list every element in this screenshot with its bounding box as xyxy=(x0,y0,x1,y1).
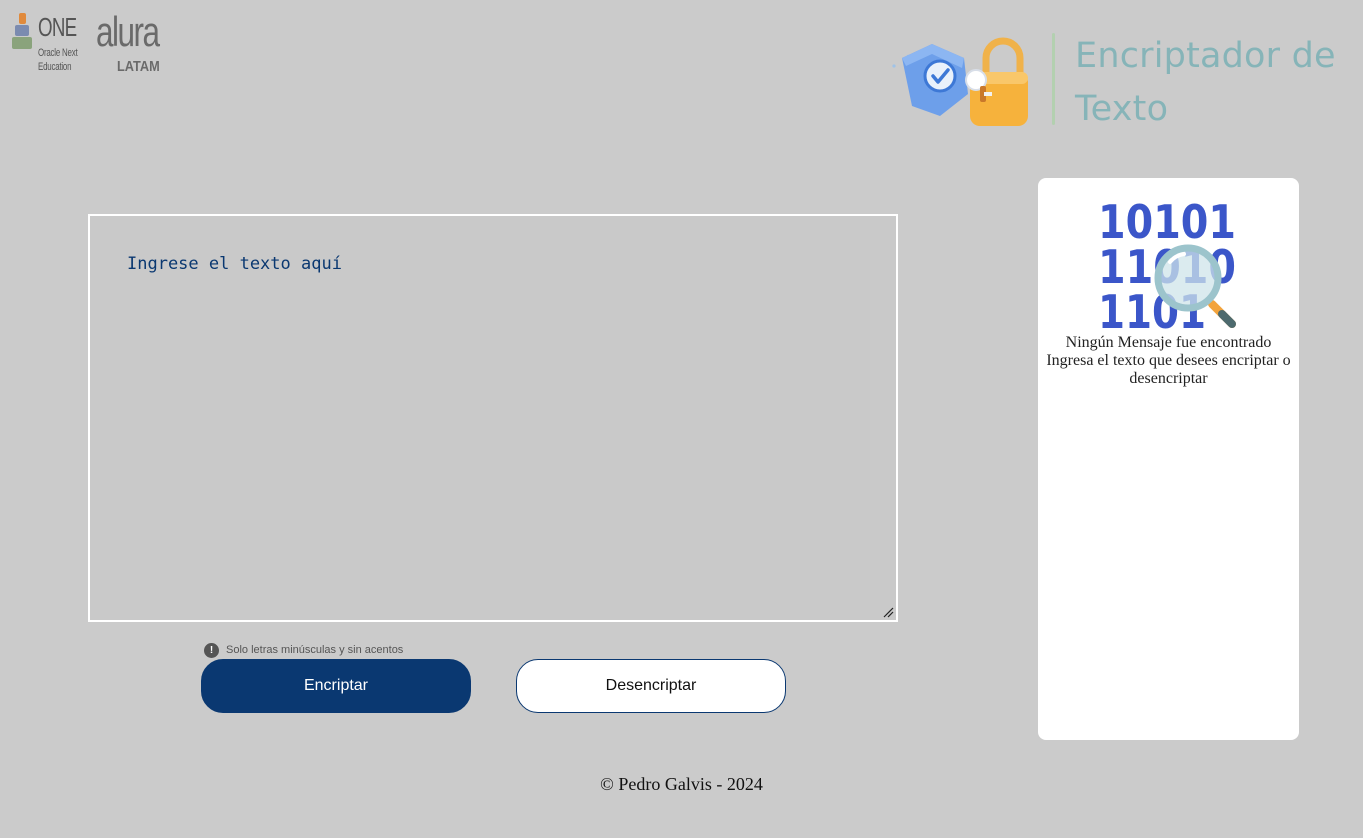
decrypt-button-label: Desencriptar xyxy=(605,677,697,694)
one-logo: ONE Oracle Next Education xyxy=(12,12,82,76)
hint-text: Solo letras minúsculas y sin acentos xyxy=(226,644,404,656)
shield-padlock-icon xyxy=(892,37,1028,126)
footer: © Pedro Galvis - 2024 xyxy=(600,774,763,794)
one-logo-subtitle-line1: Oracle Next xyxy=(38,47,78,59)
alura-logo-word: alura xyxy=(96,8,160,55)
title-divider xyxy=(1052,33,1055,125)
info-icon: ! xyxy=(204,642,219,658)
output-subtitle: Ingresa el texto que desees encriptar o … xyxy=(1046,352,1291,387)
one-logo-word: ONE xyxy=(38,12,77,42)
one-logo-subtitle-line2: Education xyxy=(38,61,72,73)
alura-logo: alura LATAM xyxy=(96,8,166,78)
one-logo-mark-icon xyxy=(12,12,34,52)
alura-logo-sub: LATAM xyxy=(117,58,160,75)
decrypt-button[interactable]: Desencriptar xyxy=(516,659,786,713)
output-message: Ningún Mensaje fue encontrado Ingresa el… xyxy=(1038,334,1299,388)
app-title: Encriptador de Texto xyxy=(1075,36,1336,129)
text-input[interactable] xyxy=(90,216,896,620)
output-panel: 10101 11010 1101 Ningún Mensaje fue enco… xyxy=(1038,178,1299,740)
input-hint: ! Solo letras minúsculas y sin acentos xyxy=(204,642,403,658)
one-logo-subtitle: Oracle Next Education xyxy=(38,46,78,74)
binary-magnifier-icon: 10101 11010 1101 xyxy=(1098,196,1236,332)
output-title: Ningún Mensaje fue encontrado xyxy=(1065,334,1272,351)
page: ONE Oracle Next Education alura LATAM En… xyxy=(0,0,1363,838)
text-input-container xyxy=(88,214,898,622)
resize-handle-icon[interactable] xyxy=(882,606,894,618)
encrypt-button[interactable]: Encriptar xyxy=(201,659,471,713)
